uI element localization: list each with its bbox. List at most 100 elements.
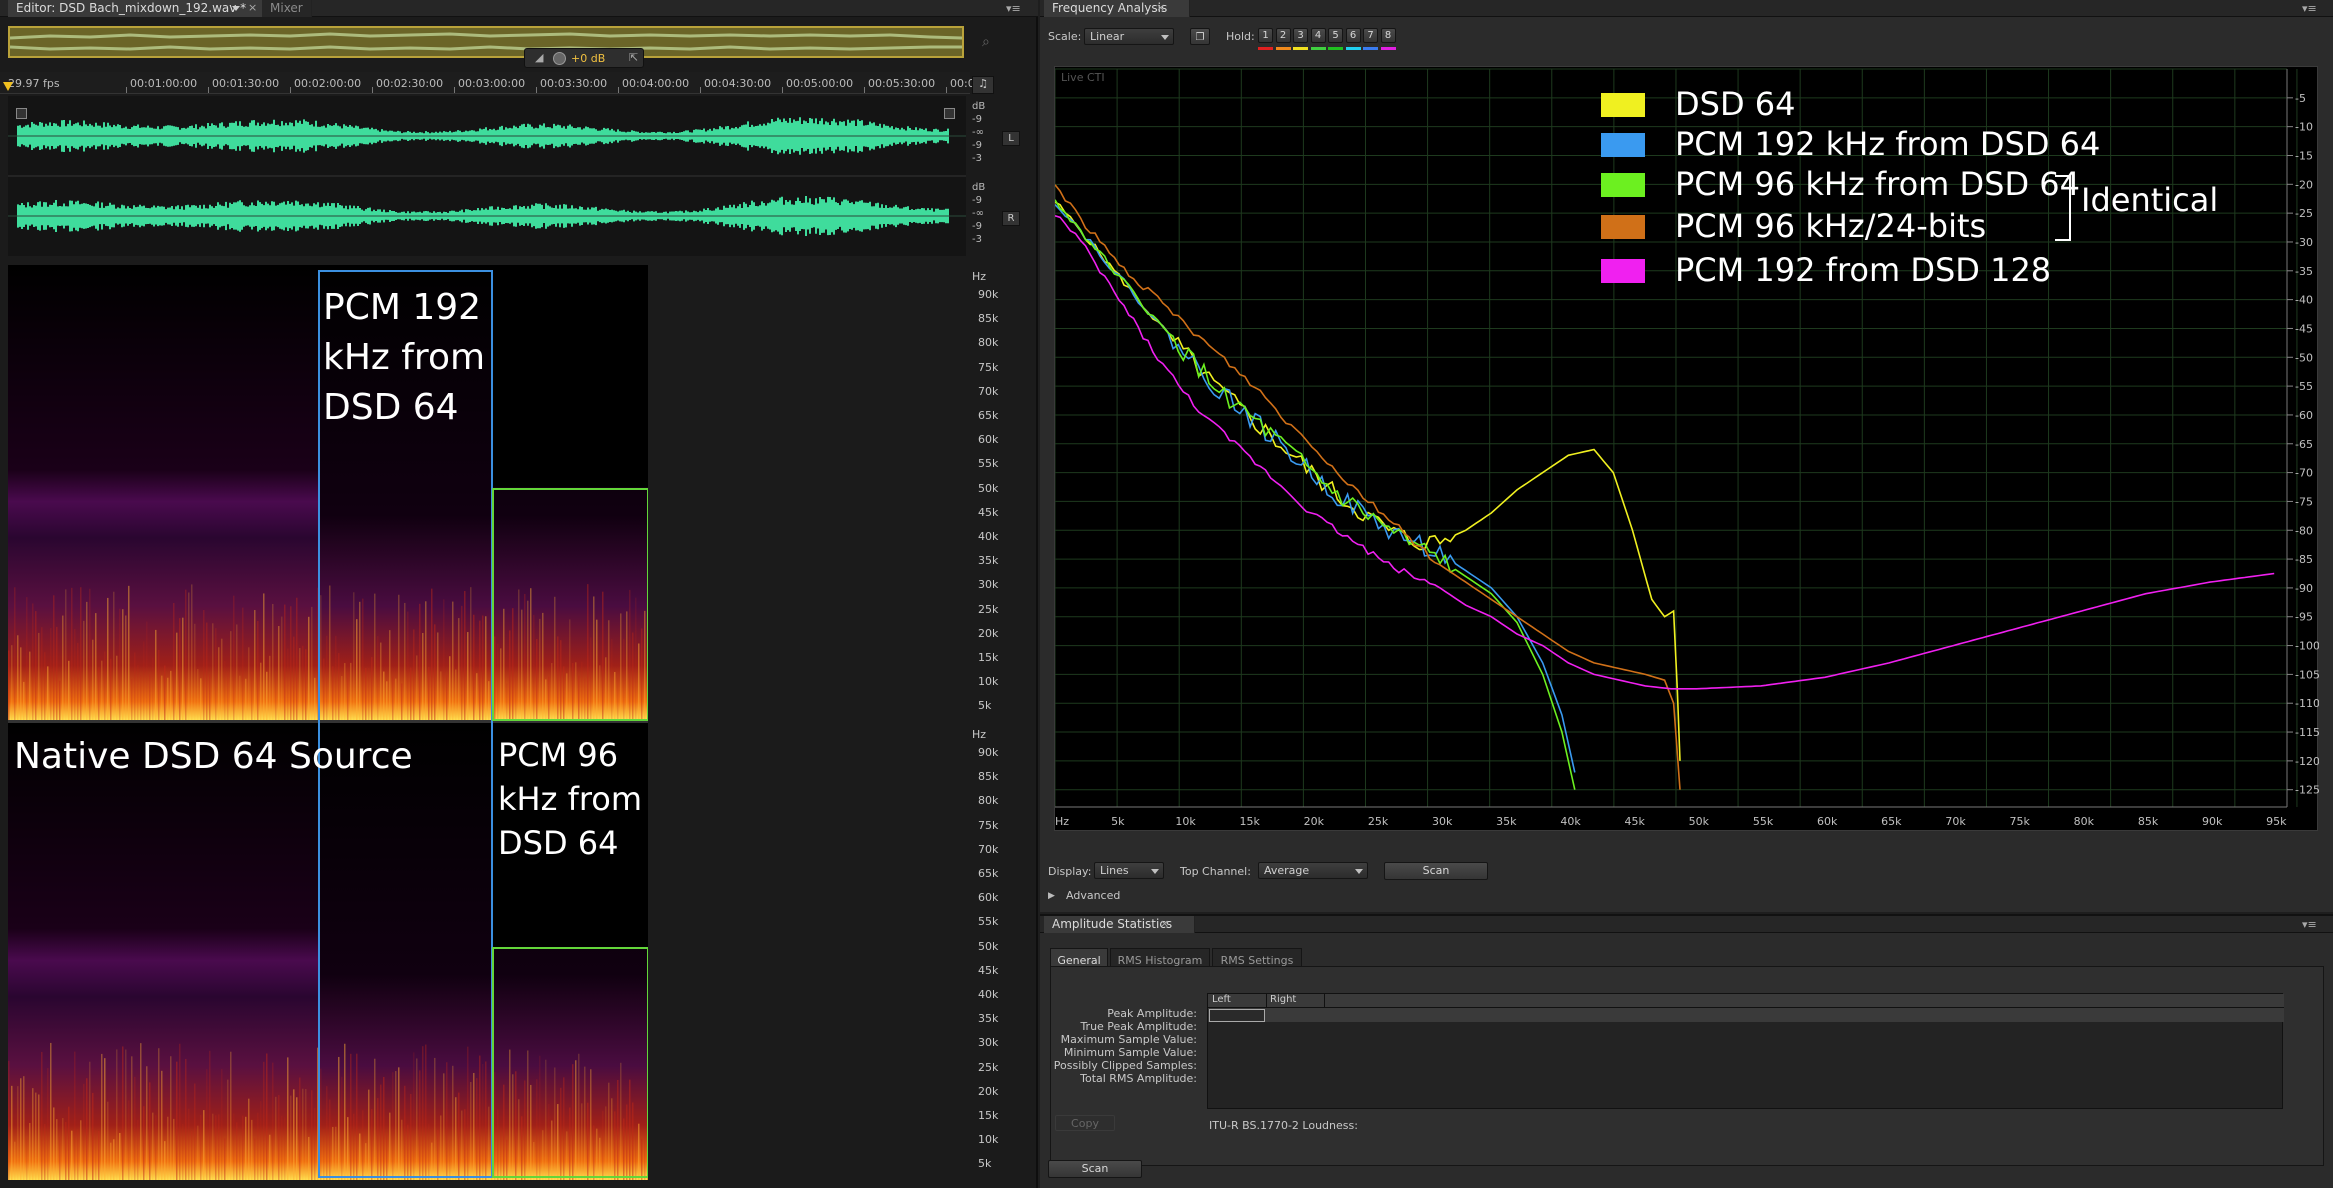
hold-button-1[interactable]: 1 bbox=[1258, 28, 1273, 43]
spectrogram-streak bbox=[14, 587, 16, 720]
tab-general[interactable]: General bbox=[1050, 948, 1108, 967]
waveform-area[interactable] bbox=[8, 96, 966, 256]
spectrogram-streak bbox=[617, 677, 619, 720]
frequency-chart[interactable]: -5 -10 -15 -20 -25 -30 -35 -40 -45 -50 -55 -60 -65 -7… bbox=[1054, 66, 2319, 831]
copy-button[interactable]: Copy bbox=[1055, 1115, 1115, 1131]
spectrogram-streak bbox=[512, 1074, 514, 1180]
spectrogram-streak bbox=[155, 1115, 157, 1180]
spectrogram-streak bbox=[473, 614, 475, 720]
settings-button[interactable]: ❐ bbox=[1190, 28, 1210, 45]
scale-select[interactable]: Linear bbox=[1084, 28, 1174, 45]
hold-button-5[interactable]: 5 bbox=[1328, 28, 1343, 43]
close-icon[interactable]: × bbox=[1156, 1, 1165, 14]
y-tick-label: -110 bbox=[2295, 697, 2319, 710]
spectrogram-streak bbox=[191, 584, 193, 720]
time-ruler[interactable]: 29.97 fps 00:01:00:00 00:01:30:00 00:02:00… bbox=[0, 72, 992, 94]
x-tick-label: 85k bbox=[2138, 815, 2159, 828]
freq-scan-button[interactable]: Scan bbox=[1384, 862, 1488, 880]
spectrogram-streak bbox=[32, 1088, 34, 1180]
headphones-icon[interactable]: ♫ bbox=[972, 76, 994, 94]
hold-button-4[interactable]: 4 bbox=[1310, 28, 1326, 43]
peak-left-cell[interactable] bbox=[1209, 1009, 1265, 1022]
spectrogram-streak bbox=[419, 603, 421, 720]
playhead-marker[interactable] bbox=[3, 82, 13, 91]
hz-tick-label: 80k bbox=[978, 336, 999, 350]
display-select[interactable]: Lines bbox=[1094, 862, 1164, 879]
y-tick-label: -55 bbox=[2295, 380, 2313, 393]
tab-amplitude-statistics[interactable]: Amplitude Statistics bbox=[1044, 916, 1196, 933]
spectrogram-streak bbox=[80, 587, 82, 720]
x-tick-label: 80k bbox=[2074, 815, 2095, 828]
stats-table: Left Right bbox=[1207, 993, 2284, 1109]
spectrogram-streak bbox=[626, 1104, 628, 1180]
spectrogram-streak bbox=[254, 610, 256, 720]
top-channel-select[interactable]: Average bbox=[1258, 862, 1368, 879]
scale-value: Linear bbox=[1090, 30, 1125, 43]
spectrogram-streak bbox=[452, 1065, 454, 1180]
close-icon[interactable]: × bbox=[248, 1, 257, 14]
spectrogram-streak bbox=[206, 1069, 208, 1180]
spectrogram-streak bbox=[359, 601, 361, 720]
spectrogram-streak bbox=[23, 1076, 25, 1180]
editor-file-dropdown-icon[interactable] bbox=[232, 6, 240, 11]
spectrogram[interactable]: PCM 192 kHz from DSD 64 Native DSD 64 So… bbox=[8, 265, 966, 1180]
x-tick-label: 45k bbox=[1625, 815, 1646, 828]
spectrogram-streak bbox=[122, 1046, 124, 1180]
spectrogram-streak bbox=[389, 1112, 391, 1180]
pin-icon[interactable]: ⇱ bbox=[629, 51, 638, 64]
tab-rms-settings[interactable]: RMS Settings bbox=[1212, 948, 1302, 967]
live-cti-label: Live CTI bbox=[1061, 71, 1105, 84]
y-tick-label: -15 bbox=[2295, 149, 2313, 162]
gain-value[interactable]: +0 dB bbox=[571, 52, 605, 65]
hold-button-6[interactable]: 6 bbox=[1345, 28, 1361, 43]
hold-button-8[interactable]: 8 bbox=[1380, 28, 1396, 43]
spectrogram-streak bbox=[158, 649, 160, 720]
spectrogram-streak bbox=[548, 1103, 550, 1180]
spectrogram-streak bbox=[503, 1084, 505, 1180]
close-icon[interactable]: × bbox=[1160, 917, 1169, 930]
panel-menu-icon[interactable]: ▾≡ bbox=[1006, 2, 1021, 15]
advanced-label[interactable]: Advanced bbox=[1066, 889, 1120, 902]
spectrogram-streak bbox=[392, 676, 394, 720]
spectrogram-streak bbox=[278, 626, 280, 720]
db-tick: -9 bbox=[972, 221, 982, 232]
spectrogram-streak bbox=[209, 1050, 211, 1180]
spectrogram-streak bbox=[200, 1114, 202, 1180]
hold-button-2[interactable]: 2 bbox=[1275, 28, 1291, 43]
channel-right-button[interactable]: R bbox=[1002, 211, 1020, 226]
spectrogram-streak bbox=[344, 1043, 346, 1180]
zoom-icon[interactable]: ⌕ bbox=[982, 34, 990, 50]
tab-editor[interactable]: Editor: DSD Bach_mixdown_192.wav * bbox=[8, 0, 282, 17]
spectrogram-streak bbox=[287, 648, 289, 720]
spectrogram-streak bbox=[101, 660, 103, 720]
channel-left-button[interactable]: L bbox=[1002, 131, 1020, 146]
y-tick-label: -75 bbox=[2295, 495, 2313, 508]
gain-knob-icon[interactable] bbox=[553, 52, 566, 65]
panel-menu-icon[interactable]: ▾≡ bbox=[2302, 918, 2317, 931]
overview-strip[interactable] bbox=[8, 26, 964, 58]
tab-rms-histogram[interactable]: RMS Histogram bbox=[1110, 948, 1210, 967]
panel-menu-icon[interactable]: ▾≡ bbox=[2302, 2, 2317, 15]
spectrogram-streak bbox=[446, 674, 448, 720]
scroll-corner-icon[interactable] bbox=[16, 108, 27, 119]
spectrogram-streak bbox=[113, 1139, 115, 1180]
stats-row-label: Maximum Sample Value: bbox=[1060, 1033, 1197, 1046]
spectrogram-streak bbox=[101, 1053, 103, 1180]
stats-row-label: True Peak Amplitude: bbox=[1080, 1020, 1197, 1033]
amp-scan-button[interactable]: Scan bbox=[1048, 1160, 1142, 1178]
scroll-corner-icon[interactable] bbox=[944, 108, 955, 119]
hold-button-7[interactable]: 7 bbox=[1363, 28, 1378, 43]
hold-button-3[interactable]: 3 bbox=[1293, 28, 1308, 43]
spectrogram-streak bbox=[512, 608, 514, 720]
tab-frequency-analysis[interactable]: Frequency Analysis bbox=[1044, 0, 1191, 17]
display-value: Lines bbox=[1100, 864, 1129, 877]
tab-mixer[interactable]: Mixer bbox=[262, 0, 312, 17]
spectrogram-streak bbox=[251, 1119, 253, 1180]
spectrogram-streak bbox=[50, 627, 52, 720]
hz-tick-label: 50k bbox=[978, 939, 999, 953]
advanced-expand-icon[interactable]: ▶ bbox=[1048, 891, 1055, 901]
spectrogram-streak bbox=[74, 1051, 76, 1180]
hold-buttons: 12345678 bbox=[1258, 26, 1498, 56]
legend-label: PCM 96 kHz/24-bits bbox=[1675, 207, 1987, 245]
spectrogram-streak bbox=[248, 647, 250, 720]
